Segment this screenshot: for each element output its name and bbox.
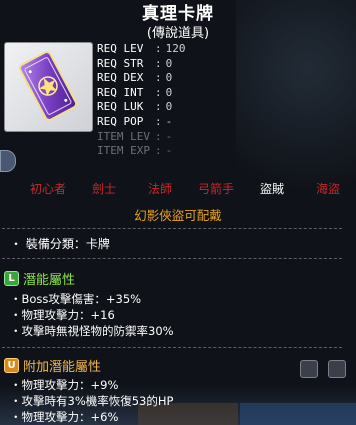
divider [2, 258, 342, 259]
req-value: - [165, 114, 173, 128]
side-orb-icon [0, 150, 16, 172]
additional-line: ・物理攻擊力：+9% [10, 378, 119, 392]
job-magician: 法師 [147, 182, 172, 196]
req-value: 0 [165, 56, 173, 70]
potential-rank-icon: L [4, 271, 19, 286]
req-label: REQ DEX [97, 71, 144, 85]
req-value: 0 [165, 71, 173, 85]
status-bar-segment [240, 403, 356, 425]
req-value: 0 [165, 100, 173, 114]
job-list: 初心者 劍士 法師 弓箭手 盜賊 海盜 [20, 180, 356, 197]
additional-rank-icon: U [4, 358, 19, 373]
req-label: REQ LUK [97, 100, 144, 114]
hud-slot-icon [328, 360, 346, 378]
job-thief: 盜賊 [259, 182, 284, 196]
req-row-dex: REQ DEX:0 [97, 71, 173, 85]
req-label: REQ INT [97, 85, 144, 99]
potential-line: ・Boss攻擊傷害：+35% [10, 292, 142, 306]
req-row-int: REQ INT:0 [97, 85, 173, 99]
additional-potential-header: U 附加潛能屬性 [4, 356, 101, 375]
req-row-pop: REQ POP: - [97, 114, 173, 128]
job-warrior: 劍士 [91, 182, 116, 196]
req-row-level: REQ LEV:120 [97, 42, 186, 55]
divider [2, 228, 342, 229]
job-pirate: 海盜 [315, 182, 340, 196]
additional-line: ・物理攻擊力：+6% [10, 410, 119, 424]
purple-star-card-icon [18, 51, 78, 121]
req-label: REQ POP [97, 114, 144, 128]
job-note: 幻影俠盜可配戴 [134, 208, 222, 223]
job-beginner: 初心者 [29, 182, 66, 196]
job-archer: 弓箭手 [197, 182, 234, 196]
additional-line: ・攻擊時有3%機率恢復53的HP [10, 394, 174, 408]
req-value: - [165, 144, 173, 158]
req-value: - [165, 129, 173, 143]
potential-title: 潛能屬性 [23, 273, 76, 288]
potential-line: ・物理攻擊力：+16 [10, 308, 115, 322]
hud-slot-icon [300, 360, 318, 378]
req-label: REQ LEV [97, 42, 144, 55]
item-icon-frame [4, 42, 93, 132]
req-label: ITEM LEV [97, 129, 150, 143]
req-row-luk: REQ LUK:0 [97, 100, 173, 114]
req-label: ITEM EXP [97, 144, 150, 158]
potential-line: ・攻擊時無視怪物的防禦率30% [10, 324, 174, 338]
requirements-list: REQ LEV:120 REQ STR:0 REQ DEX:0 REQ INT:… [97, 42, 186, 159]
potential-header: L 潛能屬性 [4, 269, 75, 288]
req-value: 120 [165, 42, 186, 55]
additional-title: 附加潛能屬性 [23, 360, 102, 375]
item-tooltip: 真理卡牌 (傳說道具) REQ LEV:120 REQ STR:0 REQ DE… [0, 0, 356, 425]
req-row-item-exp: ITEM EXP: - [97, 144, 173, 158]
req-label: REQ STR [97, 56, 144, 70]
req-row-item-lev: ITEM LEV: - [97, 129, 173, 143]
req-row-str: REQ STR:0 [97, 56, 173, 70]
divider [2, 347, 342, 348]
item-rarity: (傳說道具) [146, 26, 210, 41]
item-name: 真理卡牌 [142, 4, 214, 24]
equip-category: ・ 裝備分類：卡牌 [10, 237, 110, 251]
req-value: 0 [165, 85, 173, 99]
